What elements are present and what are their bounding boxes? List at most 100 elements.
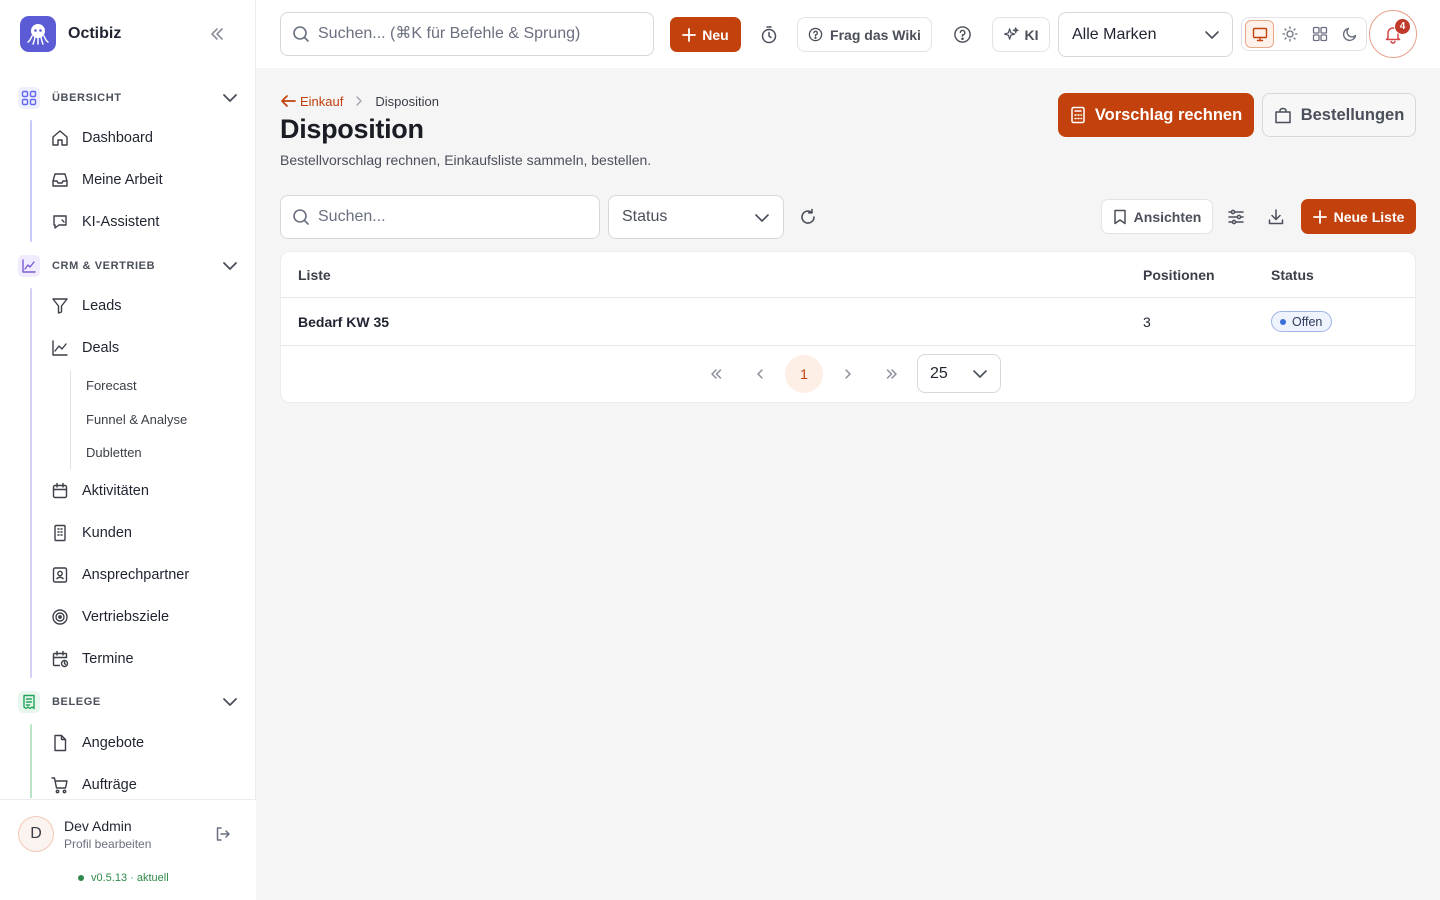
new-button[interactable]: Neu — [670, 17, 741, 52]
chart-line-icon — [18, 255, 40, 277]
cell-status: Offen — [1271, 298, 1333, 345]
list-search-input[interactable] — [318, 208, 578, 226]
brand[interactable]: Octibiz — [20, 16, 121, 52]
sidebar-item-label: KI-Assistent — [82, 214, 160, 230]
sidebar-item-ki-assistent[interactable]: KI-Assistent — [48, 204, 244, 240]
column-header-liste[interactable]: Liste — [298, 252, 331, 298]
download-icon[interactable] — [1267, 208, 1285, 226]
status-badge: Offen — [1271, 311, 1333, 332]
page-title: Disposition — [280, 114, 424, 144]
sidebar-item-meine-arbeit[interactable]: Meine Arbeit — [48, 162, 244, 198]
sidebar-item-leads[interactable]: Leads — [48, 288, 244, 324]
page-button-current[interactable]: 1 — [785, 355, 823, 393]
sidebar-item-label: Aufträge — [82, 777, 137, 793]
ask-wiki-button[interactable]: Frag das Wiki — [797, 17, 932, 52]
last-page-button[interactable] — [873, 355, 911, 393]
brand-select[interactable]: Alle Marken — [1058, 12, 1233, 57]
sidebar-item-label: Ansprechpartner — [82, 567, 190, 583]
sidebar-subitem-dubletten[interactable]: Dubletten — [86, 440, 142, 464]
theme-light-button[interactable] — [1275, 20, 1304, 48]
user-name[interactable]: Dev Admin — [64, 818, 132, 834]
ki-label: KI — [1024, 26, 1039, 43]
chevron-down-icon[interactable] — [222, 258, 238, 274]
chevrons-right-icon — [886, 369, 897, 379]
chevron-left-icon — [757, 369, 763, 379]
status-filter-select[interactable]: Status — [608, 195, 784, 239]
contact-card-icon — [52, 567, 68, 583]
notifications-button[interactable]: 4 — [1369, 10, 1417, 58]
sparkles-icon — [1003, 27, 1019, 40]
brand-select-value: Alle Marken — [1072, 25, 1157, 43]
ki-button[interactable]: KI — [992, 17, 1050, 52]
help-icon[interactable] — [953, 25, 972, 44]
views-button[interactable]: Ansichten — [1101, 199, 1213, 234]
sidebar-item-dashboard[interactable]: Dashboard — [48, 120, 244, 156]
theme-dark-button[interactable] — [1335, 20, 1364, 48]
divider — [281, 345, 1415, 346]
trend-up-icon — [52, 340, 68, 356]
column-header-status[interactable]: Status — [1271, 252, 1314, 298]
sidebar-subitem-forecast[interactable]: Forecast — [86, 373, 137, 397]
section-label: BELEGE — [52, 696, 101, 708]
edit-profile-link[interactable]: Profil bearbeiten — [64, 837, 151, 851]
avatar[interactable]: D — [18, 816, 54, 852]
logout-icon[interactable] — [214, 825, 232, 843]
octopus-logo-icon — [20, 16, 56, 52]
calendar-clock-icon — [52, 650, 69, 668]
funnel-icon — [52, 298, 68, 314]
section-belege[interactable]: BELEGE — [18, 688, 244, 716]
sliders-icon[interactable] — [1227, 208, 1245, 226]
previous-page-button[interactable] — [741, 355, 779, 393]
page-size-select[interactable]: 25 — [917, 354, 1001, 393]
sidebar-item-termine[interactable]: Termine — [48, 641, 244, 677]
chevron-right-icon — [845, 369, 851, 379]
new-button-label: Neu — [702, 26, 729, 43]
first-page-button[interactable] — [697, 355, 735, 393]
list-search[interactable] — [280, 195, 600, 239]
help-circle-icon — [808, 27, 823, 42]
chevron-down-icon[interactable] — [222, 90, 238, 106]
file-icon — [54, 734, 67, 752]
calculator-icon — [1071, 106, 1085, 124]
section-rail — [30, 120, 32, 242]
theme-layout-button[interactable] — [1305, 20, 1334, 48]
timer-icon[interactable] — [759, 25, 779, 45]
orders-button[interactable]: Bestellungen — [1262, 93, 1416, 137]
calculate-proposal-button[interactable]: Vorschlag rechnen — [1058, 93, 1254, 137]
calendar-icon — [52, 482, 68, 499]
sidebar-item-ansprechpartner[interactable]: Ansprechpartner — [48, 557, 244, 593]
plus-icon — [1312, 209, 1327, 224]
sidebar-item-kunden[interactable]: Kunden — [48, 515, 244, 551]
breadcrumb-back-link[interactable]: Einkauf — [280, 94, 343, 109]
shopping-bag-icon — [1274, 107, 1291, 123]
sidebar-item-angebote[interactable]: Angebote — [48, 725, 244, 761]
topbar: Neu Frag das Wiki KI Alle Marken 4 — [256, 0, 1440, 68]
collapse-sidebar-icon[interactable] — [208, 25, 230, 43]
sidebar-item-auftraege[interactable]: Aufträge — [48, 767, 244, 798]
chevron-down-icon[interactable] — [222, 694, 238, 710]
status-filter-placeholder: Status — [622, 208, 668, 225]
next-page-button[interactable] — [829, 355, 867, 393]
version-state: · aktuell — [130, 872, 169, 884]
section-overview[interactable]: ÜBERSICHT — [18, 84, 244, 112]
lists-table: Liste Positionen Status Bedarf KW 35 3 O… — [280, 251, 1416, 403]
sidebar-subitem-funnel-analyse[interactable]: Funnel & Analyse — [86, 407, 187, 431]
status-badge-label: Offen — [1292, 314, 1323, 329]
global-search-input[interactable] — [318, 25, 638, 43]
new-list-button[interactable]: Neue Liste — [1301, 199, 1416, 234]
table-row[interactable]: Bedarf KW 35 3 Offen — [281, 298, 1415, 345]
cell-list-name[interactable]: Bedarf KW 35 — [298, 298, 389, 345]
theme-system-button[interactable] — [1245, 20, 1274, 48]
status-dot-icon — [78, 875, 84, 881]
arrow-left-icon — [281, 95, 296, 107]
sidebar: Octibiz ÜBERSICHT Dashboard Meine Arbeit… — [0, 0, 256, 900]
section-crm[interactable]: CRM & VERTRIEB — [18, 252, 244, 280]
sidebar-item-vertriebsziele[interactable]: Vertriebsziele — [48, 599, 244, 635]
global-search[interactable] — [280, 12, 654, 56]
sidebar-item-label: Aktivitäten — [82, 483, 149, 499]
breadcrumb: Einkauf Disposition — [280, 92, 439, 110]
sidebar-item-deals[interactable]: Deals — [48, 330, 244, 366]
refresh-icon[interactable] — [799, 208, 817, 226]
column-header-positionen[interactable]: Positionen — [1143, 252, 1215, 298]
sidebar-item-aktivitaeten[interactable]: Aktivitäten — [48, 473, 244, 509]
